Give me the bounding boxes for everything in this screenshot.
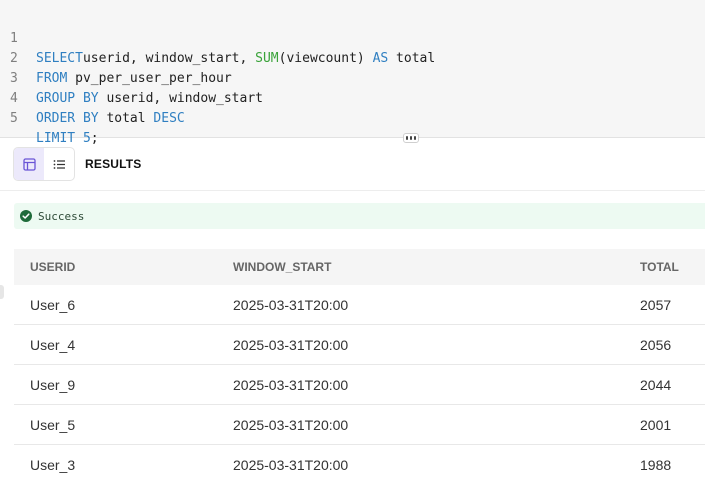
code-line-3[interactable]: 3 GROUP BY userid, window_start (0, 49, 263, 106)
status-banner: Success (14, 203, 705, 229)
cell-window-start: 2025-03-31T20:00 (233, 404, 640, 445)
cell-total: 2056 (640, 324, 705, 365)
code-text[interactable]: ORDER BY total DESC (36, 109, 185, 129)
code-line-5[interactable]: 5 LIMIT 5; (0, 89, 99, 146)
table-row[interactable]: User_4 2025-03-31T20:00 2056 (14, 324, 705, 365)
results-toolbar: RESULTS (0, 139, 705, 191)
table-view-icon (22, 157, 36, 171)
code-text[interactable]: FROM pv_per_user_per_hour (36, 69, 232, 89)
code-line-2[interactable]: 2 FROM pv_per_user_per_hour (0, 29, 232, 86)
sql-kw-token: GROUP BY (36, 91, 99, 106)
table-row[interactable]: User_6 2025-03-31T20:00 2057 (14, 285, 705, 325)
code-text[interactable]: SELECTuserid, window_start, SUM(viewcoun… (36, 49, 435, 69)
cell-window-start: 2025-03-31T20:00 (233, 324, 640, 365)
cell-window-start: 2025-03-31T20:00 (233, 364, 640, 405)
sql-editor[interactable]: 1 SELECTuserid, window_start, SUM(viewco… (0, 0, 705, 146)
sql-token: userid, window_start, (82, 51, 256, 66)
sql-kw-token: SELECT (36, 51, 83, 66)
line-number: 5 (10, 111, 18, 126)
column-header-total[interactable]: TOTAL (640, 249, 705, 285)
check-circle-icon (20, 210, 32, 222)
sql-token: userid, window_start (98, 91, 263, 106)
cell-total: 2044 (640, 364, 705, 405)
table-row[interactable]: User_5 2025-03-31T20:00 2001 (14, 404, 705, 445)
table-view-button[interactable] (14, 148, 44, 180)
cell-total: 1988 (640, 456, 672, 473)
cell-total: 2057 (640, 285, 705, 325)
results-table: USERID WINDOW_START TOTAL User_6 2025-03… (14, 249, 705, 484)
column-header-window-start[interactable]: WINDOW_START (233, 249, 640, 285)
row-selector-marker[interactable] (0, 285, 4, 299)
list-view-button[interactable] (44, 148, 74, 180)
status-text: Success (38, 209, 85, 223)
sql-kw-token: AS (372, 51, 389, 66)
table-header-row: USERID WINDOW_START TOTAL (14, 249, 705, 285)
cell-window-start: 2025-03-31T20:00 (233, 456, 349, 473)
sql-kw-token: FROM (36, 71, 68, 86)
list-view-icon (53, 159, 65, 169)
cell-userid: User_9 (14, 364, 233, 405)
cell-total: 2001 (640, 404, 705, 445)
sql-fn-token: SUM (255, 51, 279, 66)
cell-userid: User_4 (14, 324, 233, 365)
results-title: RESULTS (85, 157, 142, 171)
table-row[interactable]: User_9 2025-03-31T20:00 2044 (14, 364, 705, 405)
sql-kw-token: ORDER BY (36, 111, 99, 126)
sql-token: (viewcount) (278, 51, 373, 66)
table-row[interactable]: User_3 2025-03-31T20:00 1988 (14, 445, 705, 485)
code-text[interactable]: GROUP BY userid, window_start (36, 89, 263, 109)
cell-userid: User_6 (14, 285, 233, 325)
view-toggle (13, 147, 75, 181)
cell-window-start: 2025-03-31T20:00 (233, 285, 640, 325)
cell-userid: User_3 (30, 456, 76, 473)
code-line-4[interactable]: 4 ORDER BY total DESC (0, 69, 185, 126)
sql-kw-token: DESC (153, 111, 185, 126)
sql-token: total (388, 51, 436, 66)
cell-userid: User_5 (14, 404, 233, 445)
sql-token: total (98, 111, 154, 126)
code-line-1[interactable]: 1 SELECTuserid, window_start, SUM(viewco… (0, 9, 435, 66)
column-header-userid[interactable]: USERID (14, 249, 233, 285)
sql-token: pv_per_user_per_hour (67, 71, 232, 86)
